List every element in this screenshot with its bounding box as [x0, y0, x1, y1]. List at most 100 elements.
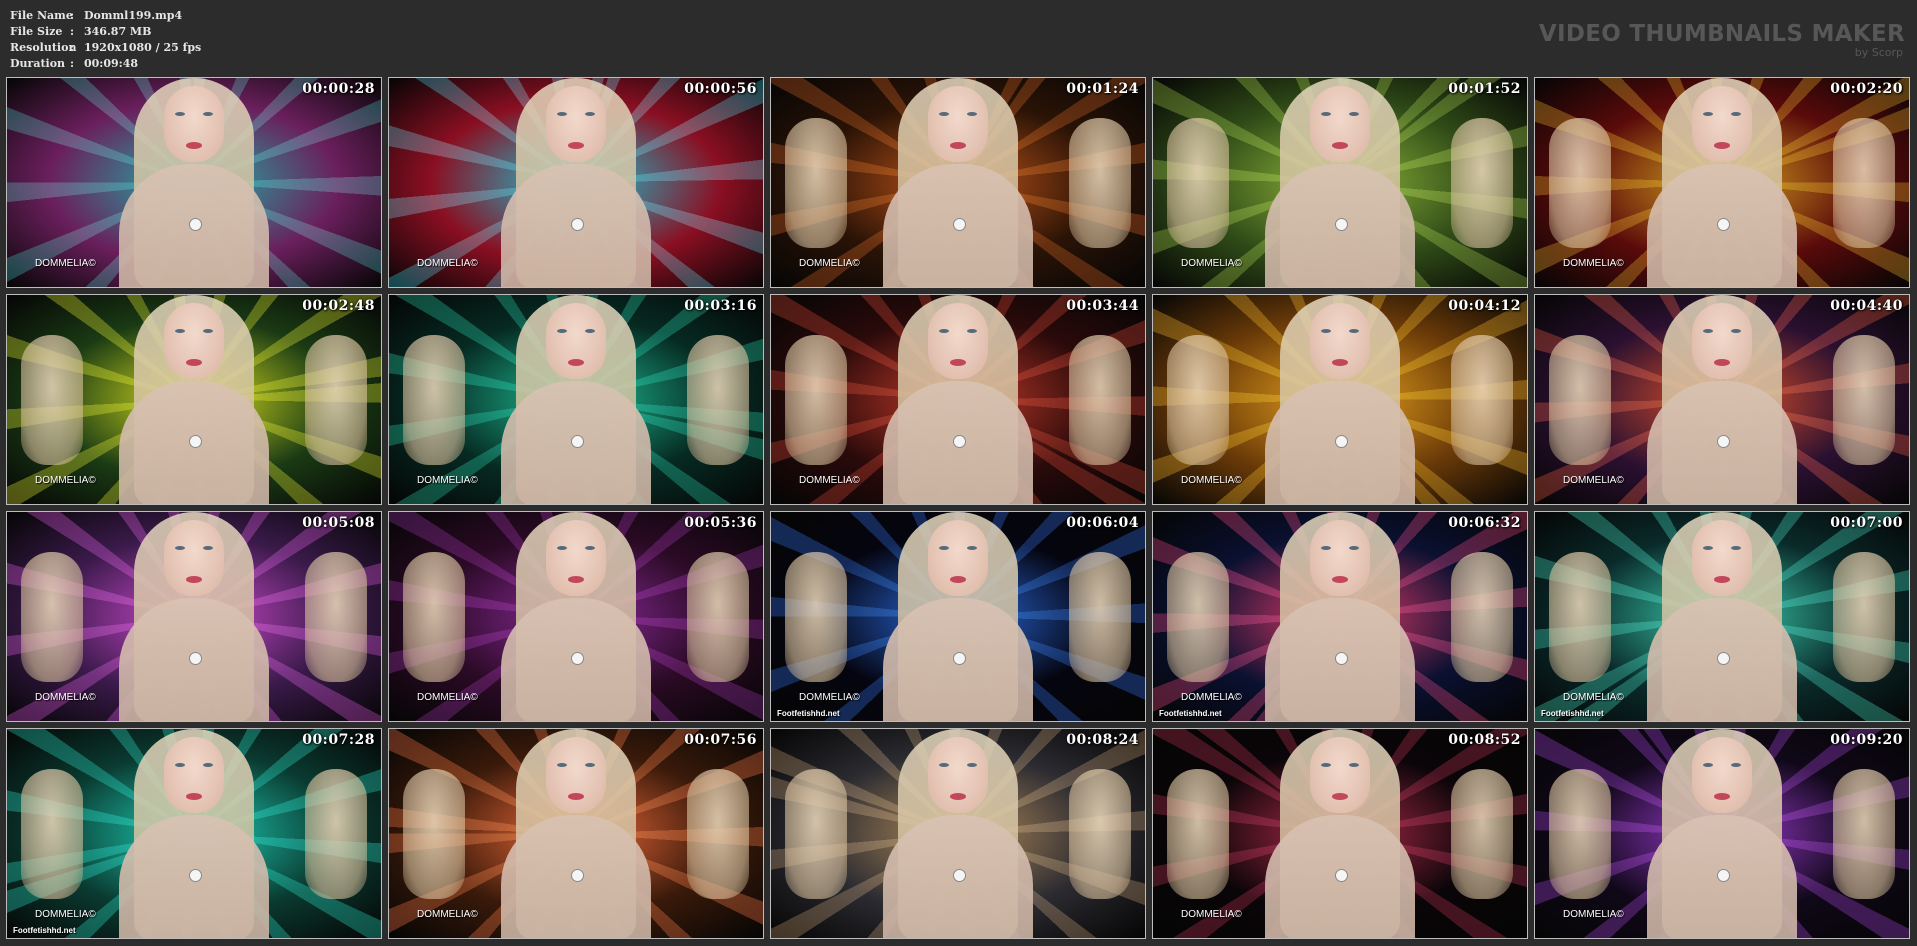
thumbnail-frame[interactable]: 00:00:56 DOMMELIA©: [388, 77, 764, 288]
thumbnail-frame[interactable]: 00:03:16 DOMMELIA©: [388, 294, 764, 505]
pendant-shape: [1335, 652, 1348, 665]
eye-shape: [1321, 763, 1331, 767]
foot-sole-image: [687, 335, 749, 465]
person-image: [1637, 729, 1807, 938]
timecode-label: 00:07:00: [1830, 515, 1903, 531]
thumbnail-frame[interactable]: 00:07:00 DOMMELIA© Footfetishhd.net: [1534, 511, 1910, 722]
pendant-shape: [953, 652, 966, 665]
person-image: [1255, 78, 1425, 287]
foot-sole-image: [1451, 118, 1513, 248]
eye-shape: [1349, 546, 1359, 550]
foot-sole-image: [305, 769, 367, 899]
timecode-label: 00:08:24: [1066, 732, 1139, 748]
watermark-label: DOMMELIA©: [1181, 909, 1242, 920]
pendant-shape: [1335, 218, 1348, 231]
lips-shape: [950, 359, 966, 366]
face-shape: [546, 737, 606, 813]
thumbnail-frame[interactable]: 00:00:28 DOMMELIA©: [6, 77, 382, 288]
foot-sole-image: [1069, 335, 1131, 465]
pendant-shape: [571, 218, 584, 231]
resolution-row: Resolution : 1920x1080 / 25 fps: [10, 40, 201, 56]
thumbnail-frame[interactable]: 00:03:44 DOMMELIA©: [770, 294, 1146, 505]
thumbnail-frame[interactable]: 00:08:24: [770, 728, 1146, 939]
foot-sole-image: [1833, 118, 1895, 248]
eye-shape: [1349, 763, 1359, 767]
thumbnail-frame[interactable]: 00:07:28 DOMMELIA© Footfetishhd.net: [6, 728, 382, 939]
thumbnail-frame[interactable]: 00:05:08 DOMMELIA©: [6, 511, 382, 722]
lips-shape: [186, 142, 202, 149]
foot-sole-image: [403, 769, 465, 899]
pendant-shape: [189, 218, 202, 231]
thumbnail-frame[interactable]: 00:01:52 DOMMELIA©: [1152, 77, 1528, 288]
lips-shape: [1332, 793, 1348, 800]
pendant-shape: [1717, 435, 1730, 448]
eye-shape: [557, 329, 567, 333]
thumbnail-frame[interactable]: 00:06:04 DOMMELIA© Footfetishhd.net: [770, 511, 1146, 722]
eye-shape: [1349, 112, 1359, 116]
watermark-label: DOMMELIA©: [799, 475, 860, 486]
eye-shape: [939, 546, 949, 550]
pendant-shape: [189, 435, 202, 448]
foot-sole-image: [1167, 118, 1229, 248]
lips-shape: [1714, 359, 1730, 366]
thumbnail-frame[interactable]: 00:05:36 DOMMELIA©: [388, 511, 764, 722]
timecode-label: 00:08:52: [1448, 732, 1521, 748]
foot-sole-image: [403, 335, 465, 465]
timecode-label: 00:06:04: [1066, 515, 1139, 531]
thumbnail-frame[interactable]: 00:08:52 DOMMELIA©: [1152, 728, 1528, 939]
thumbnail-frame[interactable]: 00:04:40 DOMMELIA©: [1534, 294, 1910, 505]
eye-shape: [1321, 112, 1331, 116]
thumbnail-sheet: File Name : Domml199.mp4 File Size : 346…: [0, 0, 1917, 946]
thumbnail-frame[interactable]: 00:01:24 DOMMELIA©: [770, 77, 1146, 288]
eye-shape: [557, 112, 567, 116]
duration-value: 00:09:48: [84, 57, 139, 70]
lips-shape: [186, 793, 202, 800]
foot-sole-image: [1549, 335, 1611, 465]
foot-sole-image: [1167, 769, 1229, 899]
foot-sole-image: [1451, 335, 1513, 465]
eye-shape: [967, 112, 977, 116]
eye-shape: [175, 329, 185, 333]
foot-sole-image: [1451, 552, 1513, 682]
watermark-label: DOMMELIA©: [35, 475, 96, 486]
eye-shape: [967, 763, 977, 767]
foot-sole-image: [687, 769, 749, 899]
watermark-label: DOMMELIA©: [1563, 475, 1624, 486]
brand-title: VIDEO THUMBNAILS MAKER: [1538, 21, 1905, 47]
person-image: [109, 78, 279, 287]
eye-shape: [203, 763, 213, 767]
file-name-label: File Name: [10, 9, 73, 22]
person-image: [873, 295, 1043, 504]
eye-shape: [585, 763, 595, 767]
eye-shape: [175, 763, 185, 767]
watermark-label: DOMMELIA©: [1563, 909, 1624, 920]
thumbnail-frame[interactable]: 00:04:12 DOMMELIA©: [1152, 294, 1528, 505]
face-shape: [1310, 520, 1370, 596]
lips-shape: [1332, 142, 1348, 149]
thumbnail-frame[interactable]: 00:07:56 DOMMELIA©: [388, 728, 764, 939]
pendant-shape: [953, 869, 966, 882]
watermark-label: DOMMELIA©: [1563, 258, 1624, 269]
face-shape: [164, 520, 224, 596]
person-image: [1637, 512, 1807, 721]
eye-shape: [1321, 329, 1331, 333]
person-image: [491, 512, 661, 721]
person-image: [1255, 295, 1425, 504]
timecode-label: 00:02:48: [302, 298, 375, 314]
eye-shape: [175, 546, 185, 550]
file-info: File Name : Domml199.mp4 File Size : 346…: [10, 8, 201, 72]
thumbnail-frame[interactable]: 00:02:48 DOMMELIA©: [6, 294, 382, 505]
pendant-shape: [1717, 652, 1730, 665]
watermark-label: DOMMELIA©: [1181, 258, 1242, 269]
thumbnail-frame[interactable]: 00:09:20 DOMMELIA©: [1534, 728, 1910, 939]
thumbnail-frame[interactable]: 00:02:20 DOMMELIA©: [1534, 77, 1910, 288]
timecode-label: 00:01:24: [1066, 81, 1139, 97]
timecode-label: 00:04:12: [1448, 298, 1521, 314]
pendant-shape: [1717, 869, 1730, 882]
thumbnail-grid: 00:00:28 DOMMELIA© 00:00:56 DOMMELIA© 00:0…: [6, 77, 1910, 939]
pendant-shape: [1335, 869, 1348, 882]
person-image: [491, 729, 661, 938]
foot-sole-image: [305, 335, 367, 465]
thumbnail-frame[interactable]: 00:06:32 DOMMELIA© Footfetishhd.net: [1152, 511, 1528, 722]
foot-sole-image: [1549, 769, 1611, 899]
